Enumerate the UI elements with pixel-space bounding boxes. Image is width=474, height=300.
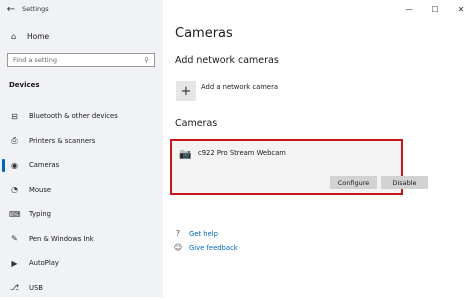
section-title-devices: Devices [9, 81, 40, 89]
sidebar-item-mouse[interactable]: ◔ Mouse [0, 178, 163, 203]
sidebar-item-label: AutoPlay [29, 259, 59, 267]
bluetooth-device-icon: ⊟ [9, 112, 20, 121]
sidebar-item-label: Bluetooth & other devices [29, 112, 118, 120]
sidebar-item-printers[interactable]: ⎙ Printers & scanners [0, 129, 163, 154]
main-content: Cameras Add network cameras + Add a netw… [163, 0, 474, 297]
sidebar-item-cameras[interactable]: ◉ Cameras [0, 153, 163, 178]
get-help-link[interactable]: ? Get help [173, 229, 218, 238]
sidebar: ← Settings ⌂ Home Find a setting ⚲ Devic… [0, 0, 163, 297]
camera-name: c922 Pro Stream Webcam [198, 149, 286, 157]
sidebar-item-typing[interactable]: ⌨ Typing [0, 202, 163, 227]
add-network-camera-label[interactable]: Add a network camera [201, 83, 278, 91]
printer-icon: ⎙ [9, 136, 20, 146]
give-feedback-label[interactable]: Give feedback [189, 244, 238, 252]
get-help-label[interactable]: Get help [189, 230, 218, 238]
sidebar-item-label: Mouse [29, 186, 51, 194]
sidebar-item-bluetooth[interactable]: ⊟ Bluetooth & other devices [0, 104, 163, 129]
add-network-camera-button[interactable]: + [176, 81, 196, 101]
sidebar-item-usb[interactable]: ⎇ USB [0, 276, 163, 300]
search-icon: ⚲ [144, 56, 149, 64]
search-placeholder: Find a setting [13, 56, 57, 64]
give-feedback-link[interactable]: ☺ Give feedback [173, 243, 238, 252]
mouse-icon: ◔ [9, 185, 20, 194]
cameras-heading: Cameras [175, 118, 217, 129]
webcam-icon: 📷 [179, 149, 191, 160]
plus-icon: + [181, 84, 192, 99]
pen-icon: ✎ [9, 234, 20, 243]
feedback-icon: ☺ [173, 243, 183, 252]
home-nav-item[interactable]: ⌂ Home [8, 32, 49, 41]
usb-icon: ⎇ [9, 283, 20, 292]
sidebar-item-label: Typing [29, 210, 51, 218]
home-label: Home [27, 32, 49, 41]
home-icon: ⌂ [8, 32, 19, 41]
autoplay-icon: ▶ [9, 259, 20, 268]
page-title: Cameras [175, 26, 233, 41]
network-cameras-heading: Add network cameras [175, 55, 279, 66]
disable-button[interactable]: Disable [381, 176, 428, 189]
sidebar-item-label: Pen & Windows Ink [29, 235, 94, 243]
sidebar-item-autoplay[interactable]: ▶ AutoPlay [0, 251, 163, 276]
search-input[interactable]: Find a setting ⚲ [7, 53, 155, 67]
sidebar-item-label: USB [29, 284, 43, 292]
title-bar: ← Settings [0, 0, 163, 18]
sidebar-item-label: Cameras [29, 161, 59, 169]
back-arrow-icon[interactable]: ← [0, 4, 22, 15]
camera-icon: ◉ [9, 161, 20, 170]
configure-button[interactable]: Configure [330, 176, 377, 189]
sidebar-nav: ⊟ Bluetooth & other devices ⎙ Printers &… [0, 104, 163, 300]
help-icon: ? [173, 229, 183, 238]
window-title: Settings [22, 5, 49, 13]
camera-card[interactable]: 📷 c922 Pro Stream Webcam Configure Disab… [170, 139, 403, 195]
sidebar-item-label: Printers & scanners [29, 137, 95, 145]
keyboard-icon: ⌨ [9, 210, 20, 219]
sidebar-item-pen[interactable]: ✎ Pen & Windows Ink [0, 227, 163, 252]
